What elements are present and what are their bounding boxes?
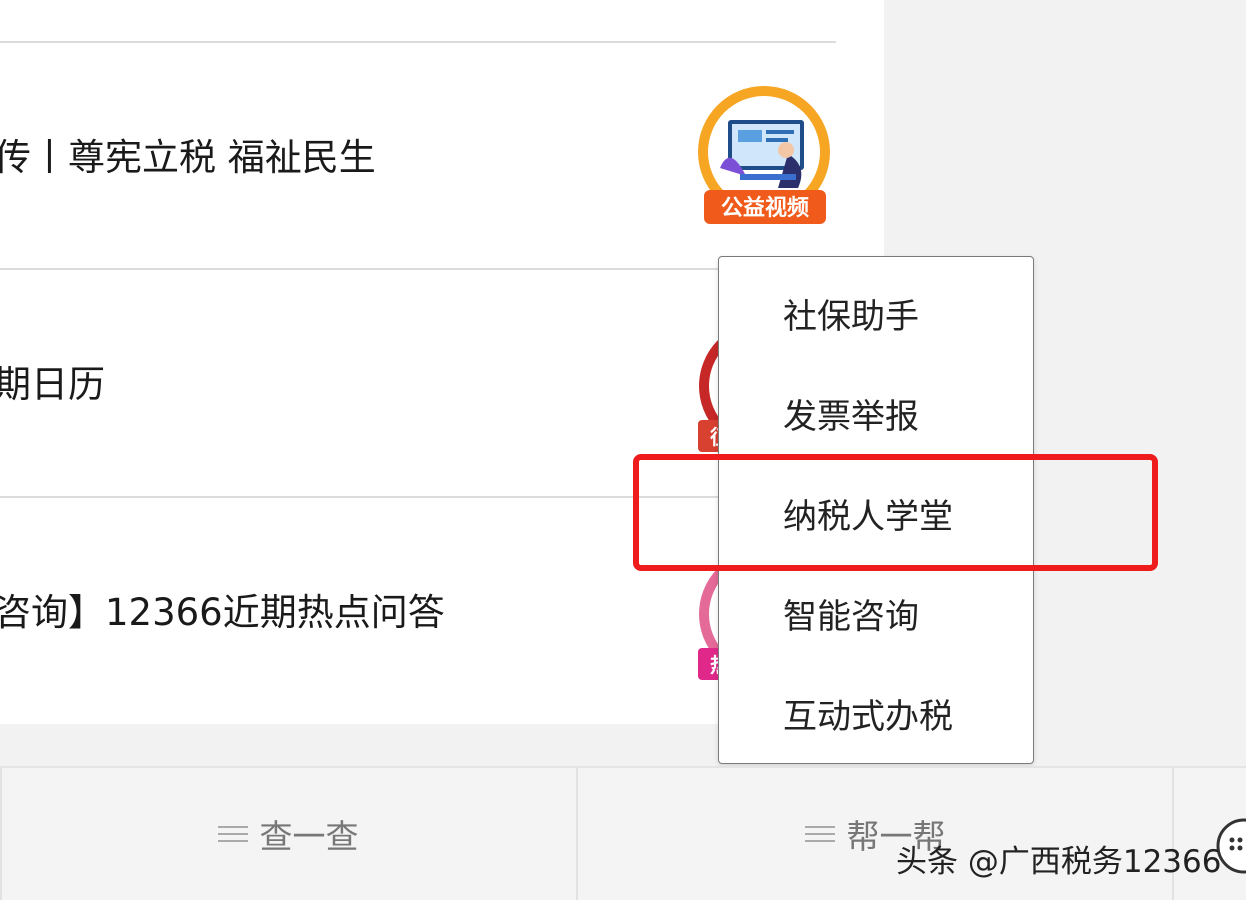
menu-lines-icon [804, 824, 835, 844]
menu-item-invoice-report[interactable]: 发票举报 [719, 363, 1033, 463]
tab-check[interactable]: 查一查 [0, 768, 576, 900]
public-video-badge-icon: 公益视频 [690, 84, 838, 232]
menu-item-label: 发票举报 [783, 396, 919, 437]
menu-item-smart-consult[interactable]: 智能咨询 [719, 563, 1033, 663]
highlight-annotation [633, 454, 1158, 571]
menu-item-interactive-tax[interactable]: 互动式办税 [719, 663, 1033, 763]
badge-label: 公益视频 [721, 195, 809, 221]
menu-item-label: 社保助手 [783, 296, 919, 337]
article-title: 咨询】12366近期热点问答 [0, 591, 445, 634]
menu-item-label: 智能咨询 [783, 596, 919, 637]
watermark-text: 头条 @广西税务12366 [896, 844, 1222, 880]
article-title: 期日历 [0, 363, 105, 406]
menu-item-social-security-assistant[interactable]: 社保助手 [719, 263, 1033, 363]
article-title: 传丨尊宪立税 福祉民生 [0, 136, 376, 179]
menu-item-label: 互动式办税 [783, 696, 953, 737]
tab-label: 查一查 [259, 817, 359, 856]
menu-lines-icon [217, 824, 248, 844]
